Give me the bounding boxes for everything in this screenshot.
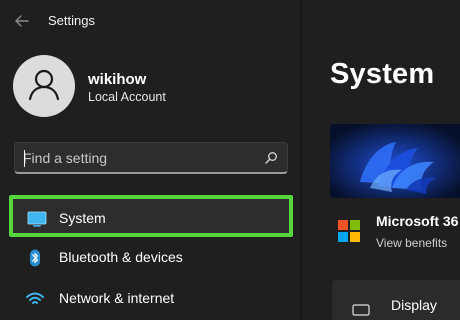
text-caret	[24, 150, 25, 167]
wifi-icon	[26, 292, 44, 304]
sidebar-item-label: System	[59, 210, 106, 226]
avatar[interactable]	[13, 55, 75, 117]
search-box[interactable]	[14, 142, 288, 174]
user-name: wikihow	[88, 71, 147, 88]
bluetooth-icon	[30, 249, 40, 267]
window-title: Settings	[48, 13, 95, 28]
subscription-title: Microsoft 36	[376, 213, 459, 229]
sidebar-item-label: Network & internet	[59, 290, 175, 306]
person-icon	[28, 69, 60, 101]
account-type: Local Account	[88, 90, 166, 104]
sidebar-item-network[interactable]: Network & internet	[14, 282, 288, 316]
monitor-icon	[27, 211, 47, 227]
display-label: Display	[391, 297, 437, 313]
sidebar-item-system[interactable]: System	[9, 195, 293, 237]
arrow-left-icon[interactable]	[13, 12, 31, 30]
desktop-wallpaper-preview[interactable]	[330, 124, 460, 198]
pane-divider	[300, 0, 302, 320]
sidebar-item-label: Bluetooth & devices	[59, 249, 183, 265]
search-input[interactable]	[23, 148, 255, 168]
page-title: System	[330, 58, 435, 90]
monitor-outline-icon	[352, 304, 370, 316]
view-benefits-link[interactable]: View benefits	[376, 236, 447, 250]
bloom-wallpaper-image	[330, 124, 460, 198]
microsoft-logo	[338, 220, 360, 242]
search-icon[interactable]	[264, 151, 278, 165]
sidebar-item-bluetooth[interactable]: Bluetooth & devices	[14, 241, 288, 275]
